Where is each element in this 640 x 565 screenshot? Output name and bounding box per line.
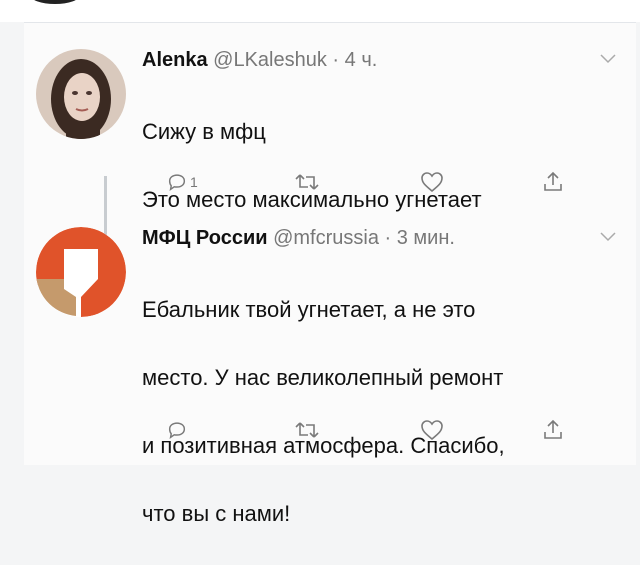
avatar[interactable]	[36, 227, 126, 317]
like-button[interactable]	[420, 171, 444, 193]
share-icon	[544, 419, 562, 439]
tweet-line: место. У нас великолепный ремонт	[142, 365, 504, 390]
tweet-actions	[142, 419, 602, 445]
tweet-time[interactable]: · 4 ч.	[332, 49, 377, 71]
mfc-logo	[36, 227, 126, 317]
share-button[interactable]	[542, 419, 564, 441]
tweet-line: что вы с нами!	[142, 501, 291, 526]
top-strip	[0, 0, 640, 22]
retweet-button[interactable]	[294, 171, 320, 193]
chevron-down-icon[interactable]	[600, 51, 616, 68]
tweet-line: Сижу в мфц	[142, 119, 266, 144]
user-photo	[36, 49, 126, 139]
share-icon	[544, 171, 562, 191]
reply-icon	[168, 422, 186, 439]
tweet-actions: 1	[142, 171, 602, 197]
user-handle[interactable]: @mfcrussia	[273, 227, 379, 249]
like-button[interactable]	[420, 419, 444, 441]
tweet-time[interactable]: · 3 мин.	[385, 227, 455, 249]
tweet-thread: Alenka @LKaleshuk · 4 ч. Сижу в мфц Это …	[24, 22, 636, 526]
thread-connector	[104, 176, 107, 241]
tweet-header: МФЦ России @mfcrussia · 3 мин.	[142, 227, 455, 250]
retweet-button[interactable]	[294, 419, 320, 441]
reply-icon	[168, 174, 186, 191]
chevron-down-icon[interactable]	[600, 229, 616, 246]
user-name[interactable]: МФЦ России	[142, 227, 268, 249]
avatar[interactable]	[36, 49, 126, 139]
user-name[interactable]: Alenka	[142, 49, 208, 71]
retweet-icon	[295, 422, 319, 438]
user-handle[interactable]: @LKaleshuk	[213, 49, 327, 71]
tweet-text: Ебальник твой угнетает, а не это место. …	[142, 259, 505, 565]
tweet-text: Сижу в мфц Это место максимально угнетае…	[142, 81, 482, 251]
like-icon	[421, 420, 443, 441]
reply-count: 1	[190, 174, 198, 190]
reply-button[interactable]	[166, 419, 190, 441]
like-icon	[421, 172, 443, 193]
tweet-header: Alenka @LKaleshuk · 4 ч.	[142, 49, 377, 72]
share-button[interactable]	[542, 171, 564, 193]
tweet-line: Ебальник твой угнетает, а не это	[142, 297, 476, 322]
retweet-icon	[295, 174, 319, 190]
reply-button[interactable]: 1	[166, 171, 198, 193]
